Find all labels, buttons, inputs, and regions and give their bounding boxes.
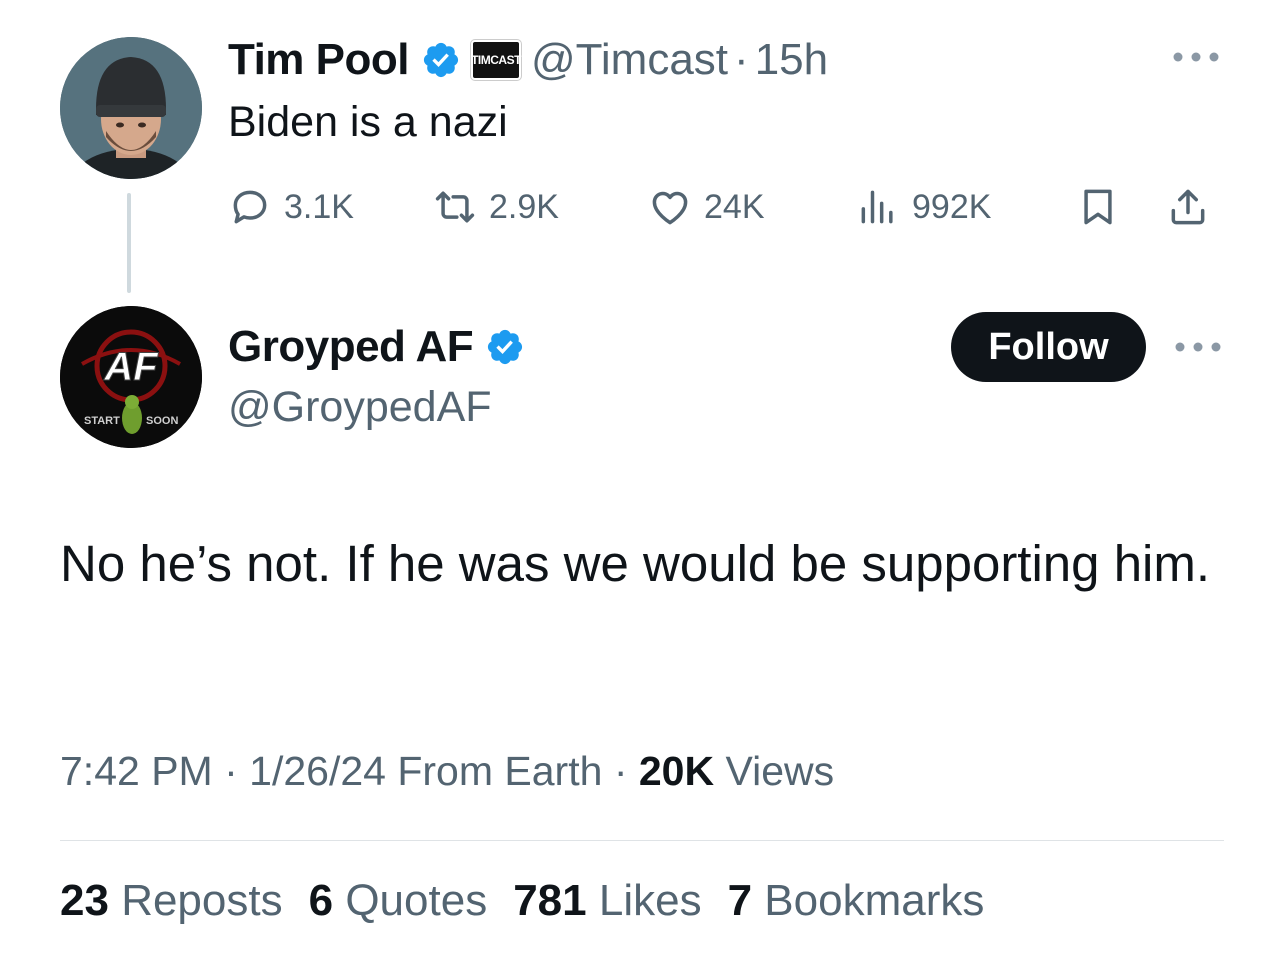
like-button[interactable]: 24K: [648, 180, 765, 234]
main-author-handle[interactable]: @GroypedAF: [228, 383, 492, 432]
parent-tweet-text: Biden is a nazi: [228, 98, 508, 146]
groyped-af-avatar[interactable]: AF START SOON: [60, 306, 202, 448]
likes-count: 781: [513, 876, 587, 925]
quotes-stat[interactable]: 6 Quotes: [309, 876, 488, 926]
repost-icon: [435, 191, 475, 223]
main-more-options-icon[interactable]: [1170, 332, 1226, 362]
bookmarks-stat[interactable]: 7 Bookmarks: [728, 876, 985, 926]
reply-count: 3.1K: [284, 187, 354, 226]
views-count: 20K: [638, 748, 715, 794]
separator-dot: ·: [734, 35, 749, 84]
parent-more-options-icon[interactable]: [1168, 42, 1224, 72]
reposts-stat[interactable]: 23 Reposts: [60, 876, 283, 926]
avatar-logo-text: AF: [103, 345, 159, 389]
reply-button[interactable]: 3.1K: [228, 180, 354, 234]
views-count: 992K: [912, 187, 992, 226]
bookmark-icon: [1084, 189, 1112, 225]
quotes-label: Quotes: [345, 876, 488, 925]
like-count: 24K: [704, 187, 765, 226]
separator-dot: ·: [613, 748, 639, 794]
verified-badge-icon: [423, 42, 459, 78]
share-button[interactable]: [1166, 180, 1210, 234]
thread-connector-line: [127, 193, 131, 293]
reposts-label: Reposts: [121, 876, 283, 925]
verified-badge-icon: [488, 329, 523, 365]
bookmarks-label: Bookmarks: [764, 876, 985, 925]
tweet-time[interactable]: 7:42 PM: [60, 748, 213, 794]
parent-tweet-time[interactable]: 15h: [755, 35, 828, 85]
views-chart-icon: [861, 190, 893, 224]
stats-divider: [60, 840, 1224, 841]
tim-pool-avatar[interactable]: [60, 37, 202, 179]
avatar-photo: [60, 37, 202, 179]
likes-stat[interactable]: 781 Likes: [513, 876, 701, 926]
reposts-count: 23: [60, 876, 109, 925]
avatar-logo: AF START SOON: [60, 306, 202, 448]
parent-tweet-header: Tim Pool TIMCAST @Timcast · 15h: [228, 32, 828, 88]
heart-icon: [652, 191, 688, 225]
main-tweet-header: Groyped AF: [228, 318, 525, 376]
parent-action-bar: 3.1K 2.9K 24K 992K: [228, 180, 1228, 234]
share-icon: [1171, 189, 1205, 225]
main-tweet-text: No he’s not. If he was we would be suppo…: [60, 535, 1211, 592]
repost-count: 2.9K: [489, 187, 559, 226]
reply-icon: [233, 190, 267, 224]
parent-author-name[interactable]: Tim Pool: [228, 35, 409, 85]
engagement-stats: 23 Reposts 6 Quotes 781 Likes 7 Bookmark…: [60, 876, 1010, 926]
views-label: Views: [725, 748, 835, 794]
parent-author-handle[interactable]: @Timcast: [531, 35, 728, 85]
follow-button[interactable]: Follow: [951, 312, 1146, 382]
avatar-left-text: START: [84, 415, 120, 427]
avatar-right-text: SOON: [146, 415, 178, 427]
likes-label: Likes: [598, 876, 702, 925]
separator-dot: ·: [224, 748, 250, 794]
quotes-count: 6: [308, 876, 334, 925]
tweet-date[interactable]: 1/26/24: [249, 748, 386, 794]
bookmarks-count: 7: [727, 876, 753, 925]
tweet-source: From Earth: [397, 748, 603, 794]
bookmark-button[interactable]: [1076, 180, 1120, 234]
views-button[interactable]: 992K: [856, 180, 991, 234]
tweet-metadata: 7:42 PM · 1/26/24 From Earth · 20K Views: [60, 748, 834, 795]
main-author-name[interactable]: Groyped AF: [228, 322, 474, 372]
timcast-affiliate-badge[interactable]: TIMCAST: [470, 40, 521, 80]
repost-button[interactable]: 2.9K: [433, 180, 559, 234]
